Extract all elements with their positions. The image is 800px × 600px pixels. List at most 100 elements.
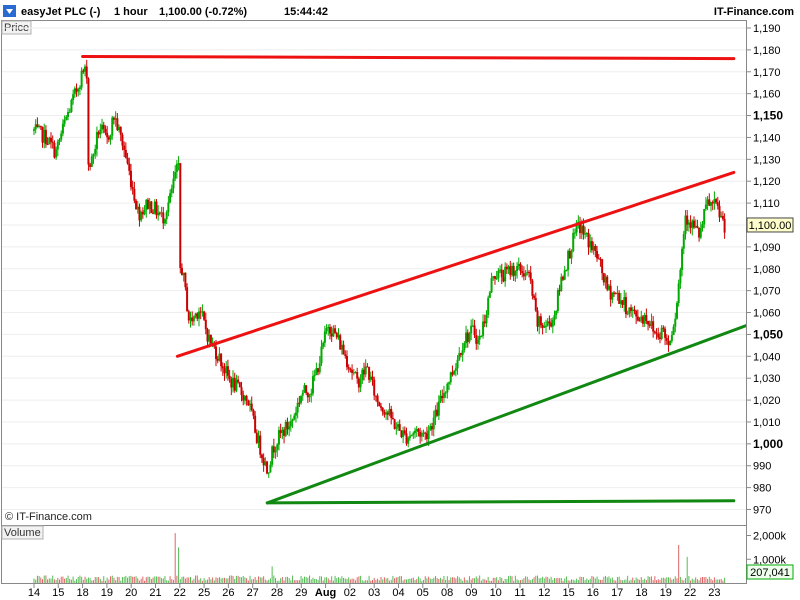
candle-body — [437, 401, 440, 416]
candle-body — [286, 421, 289, 430]
candle-body — [483, 321, 486, 324]
candle-body — [146, 199, 149, 209]
candle-body — [505, 266, 508, 270]
volume-tick-label: 2,000k — [753, 531, 787, 543]
candle-body — [48, 137, 51, 145]
candle-body — [349, 368, 352, 370]
candle-body — [311, 376, 314, 394]
candle-body — [247, 400, 250, 406]
candle-body — [315, 368, 318, 376]
x-tick-label: 03 — [368, 587, 380, 599]
candle-body — [664, 328, 667, 338]
x-tick-label: 18 — [635, 587, 647, 599]
candle-body — [184, 272, 187, 288]
candle-body — [94, 149, 97, 155]
candle-body — [463, 343, 466, 351]
candle-body — [533, 295, 536, 299]
y-tick-label: 1,090 — [753, 242, 781, 254]
timeframe-label[interactable]: 1 hour — [114, 6, 148, 18]
candle-body — [650, 321, 653, 326]
candle-body — [340, 344, 343, 350]
candle-body — [677, 283, 680, 303]
candle-body — [53, 142, 56, 158]
candle-body — [342, 344, 345, 355]
candle-body — [119, 127, 122, 135]
candle-body — [123, 145, 126, 150]
candle-body — [41, 126, 44, 143]
candle-body — [493, 276, 496, 279]
candle-body — [607, 285, 610, 290]
candle-body — [245, 396, 248, 401]
candle-body — [107, 137, 110, 140]
trendlines — [81, 54, 746, 505]
candle-body — [555, 310, 558, 316]
candle-body — [524, 273, 527, 277]
candle-body — [356, 372, 359, 379]
candle-body — [170, 188, 173, 194]
candle-body — [701, 224, 704, 229]
candle-body — [34, 124, 37, 130]
candle-body — [347, 367, 350, 369]
candle-body — [157, 212, 160, 216]
candle-body — [391, 417, 394, 420]
candle-body — [296, 402, 299, 413]
candle-body — [640, 316, 643, 321]
candle-body — [226, 366, 229, 376]
candle-body — [63, 119, 66, 124]
candle-body — [398, 424, 401, 431]
y-tick-label: 1,070 — [753, 286, 781, 298]
candle-body — [114, 118, 117, 120]
candle-body — [550, 323, 553, 327]
candle-body — [238, 382, 241, 388]
candle-body — [468, 333, 471, 342]
candle-body — [126, 157, 129, 164]
candle-body — [681, 248, 684, 270]
candle-body — [703, 208, 706, 225]
brand-label: IT-Finance.com — [714, 6, 794, 18]
candle-body — [444, 392, 447, 394]
candle-body — [516, 265, 519, 272]
candle-body — [648, 324, 651, 326]
candle-body — [75, 88, 78, 92]
candle-body — [197, 311, 200, 319]
candle-body — [143, 210, 146, 215]
candle-body — [133, 188, 136, 201]
x-tick-label: 23 — [708, 587, 720, 599]
candle-body — [618, 292, 621, 304]
candle-body — [560, 276, 563, 291]
candle-body — [85, 66, 88, 79]
candle-body — [293, 415, 296, 420]
candle-body — [317, 368, 320, 373]
candle-body — [36, 124, 39, 128]
candle-body — [199, 311, 202, 313]
candle-body — [99, 129, 102, 135]
candle-body — [345, 355, 348, 368]
candle-body — [327, 327, 330, 329]
x-tick-label: 21 — [149, 587, 161, 599]
candle-body — [453, 370, 456, 375]
candle-body — [361, 369, 364, 381]
x-tick-label: 12 — [538, 587, 550, 599]
candle-body — [235, 379, 238, 391]
candle-body — [368, 366, 371, 380]
candle-body — [281, 429, 284, 434]
candle-body — [216, 358, 219, 361]
candle-body — [563, 270, 566, 280]
candle-body — [136, 206, 139, 210]
candle-body — [590, 241, 593, 251]
candle-body — [175, 163, 178, 172]
candle-body — [203, 311, 206, 320]
candle-body — [323, 331, 326, 343]
candle-body — [373, 379, 376, 396]
x-axis: 14 15 18 19 20 21 22 25 26 27 28 29 Aug 02 03 04 05 08 09 1… — [28, 583, 721, 599]
candle-body — [56, 141, 59, 150]
candle-body — [209, 334, 212, 344]
candle-body — [699, 228, 702, 238]
candle-body — [179, 163, 182, 269]
x-tick-label: 18 — [76, 587, 88, 599]
current-price-badge: 1,100.00 — [746, 217, 794, 233]
y-tick-label: 990 — [753, 461, 771, 473]
candle-body — [708, 199, 711, 206]
candle-body — [458, 353, 461, 360]
candle-body — [305, 385, 308, 393]
